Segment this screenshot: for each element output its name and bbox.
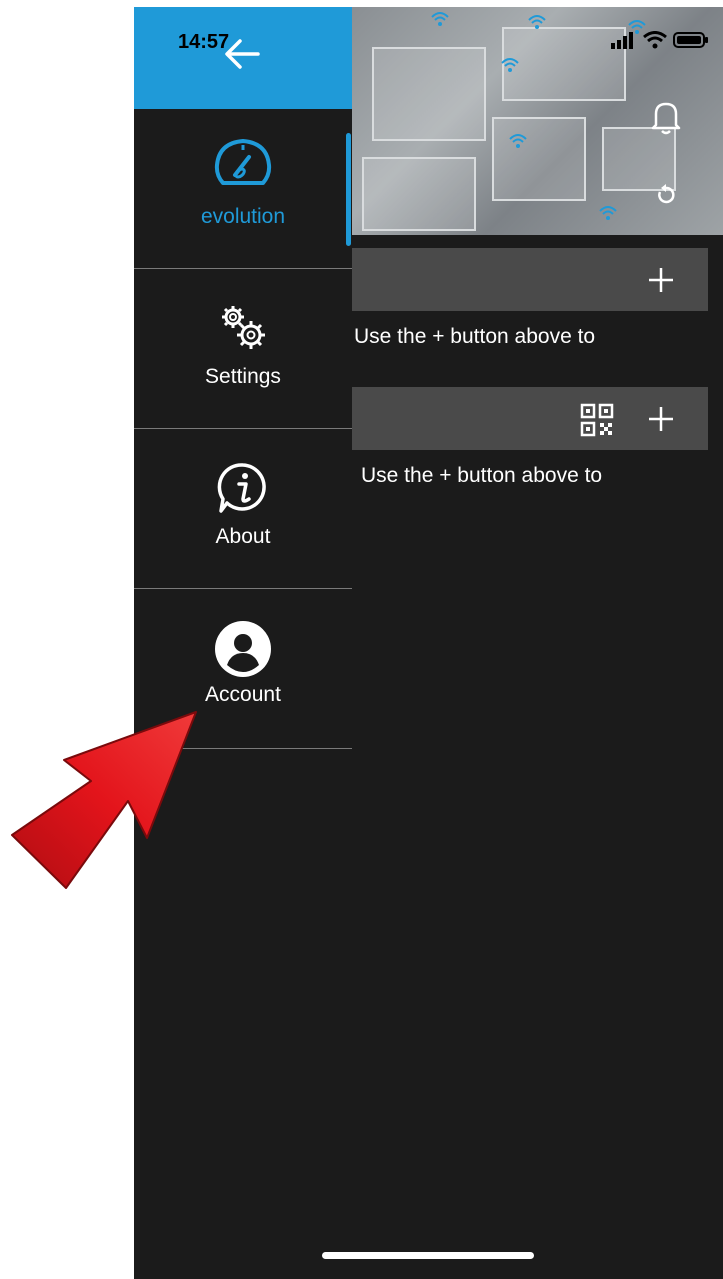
- wifi-icon: [528, 15, 546, 29]
- wifi-icon: [431, 12, 449, 26]
- drawer-header: 14:57: [134, 7, 352, 109]
- status-icons: [609, 31, 709, 49]
- active-indicator: [346, 133, 351, 246]
- device-section-header: [352, 387, 708, 450]
- qr-code-icon[interactable]: [580, 403, 614, 437]
- refresh-icon[interactable]: [654, 183, 678, 207]
- wifi-icon: [599, 206, 617, 220]
- drawer-item-evolution[interactable]: evolution: [134, 109, 352, 269]
- drawer-item-label: Settings: [205, 365, 281, 388]
- drawer-item-settings[interactable]: Settings: [134, 269, 352, 429]
- add-icon[interactable]: [646, 265, 676, 295]
- drawer-item-label: About: [215, 525, 271, 548]
- navigation-drawer: 14:57 evolution Settings About Account: [134, 7, 352, 1279]
- device-section-header: [352, 248, 708, 311]
- phone-screen: Use the + button above to Use the + butt…: [134, 7, 723, 1279]
- account-icon: [215, 621, 271, 677]
- drawer-item-label: evolution: [200, 205, 286, 228]
- wifi-icon: [509, 134, 527, 148]
- add-icon[interactable]: [646, 404, 676, 434]
- speedometer-icon: [214, 139, 272, 185]
- wifi-status-icon: [643, 31, 667, 49]
- signal-icon: [611, 32, 633, 49]
- bell-icon[interactable]: [646, 97, 686, 137]
- battery-icon: [673, 32, 708, 48]
- drawer-item-about[interactable]: About: [134, 429, 352, 589]
- empty-hint: Use the + button above to: [361, 464, 603, 487]
- info-bubble-icon: [217, 463, 266, 513]
- empty-hint: Use the + button above to: [354, 325, 596, 348]
- wifi-icon: [501, 58, 519, 72]
- back-arrow-icon[interactable]: [222, 37, 262, 71]
- gears-icon: [222, 306, 265, 349]
- annotation-arrow: [11, 711, 197, 889]
- home-indicator[interactable]: [322, 1252, 534, 1259]
